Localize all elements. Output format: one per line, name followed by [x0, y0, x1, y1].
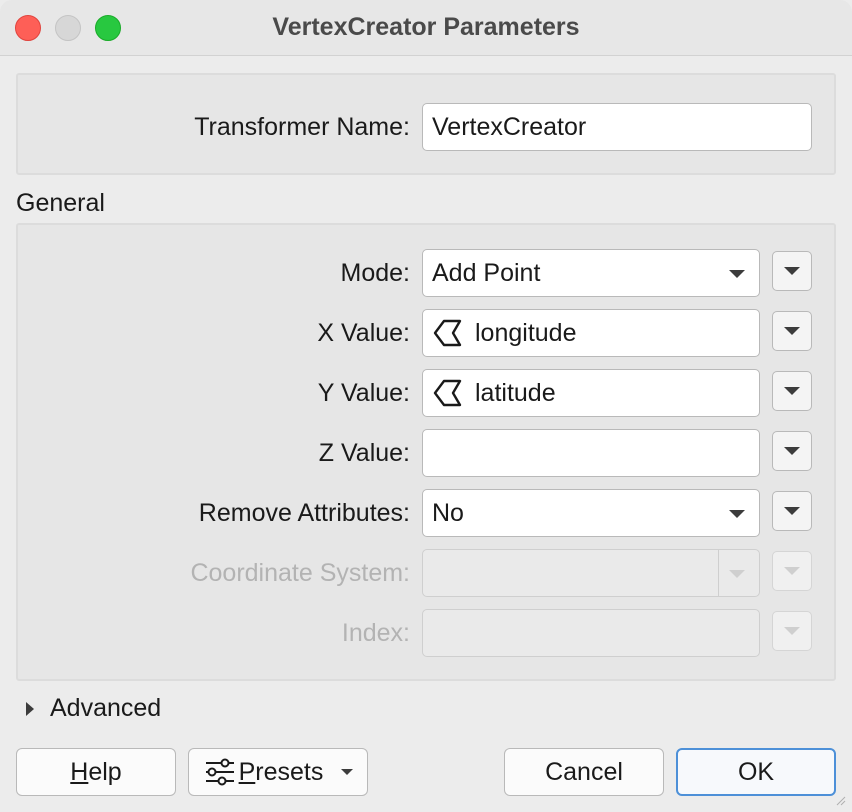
mode-dropdown[interactable]: Add Point [422, 249, 760, 297]
mode-label: Mode: [340, 259, 410, 287]
advanced-section-toggle[interactable]: Advanced [26, 694, 161, 723]
coordinate-system-options-button [772, 551, 812, 591]
help-button[interactable]: Help [16, 748, 176, 796]
y-value-options-button[interactable] [772, 371, 812, 411]
help-button-label: Help [70, 757, 122, 786]
ok-button-label: OK [737, 757, 775, 786]
dropdown-divider [718, 550, 719, 596]
y-value-label: Y Value: [317, 379, 410, 407]
z-value-label: Z Value: [318, 439, 410, 467]
cancel-button-label: Cancel [545, 757, 623, 786]
chevron-down-icon [784, 507, 800, 515]
mode-value: Add Point [432, 258, 541, 287]
coordinate-system-dropdown [422, 549, 760, 597]
transformer-name-label: Transformer Name: [194, 113, 410, 141]
z-value-input[interactable] [422, 429, 760, 477]
disclosure-triangle-right-icon [26, 701, 34, 716]
index-input [422, 609, 760, 657]
resize-grip-icon[interactable] [834, 794, 846, 806]
mode-options-button[interactable] [772, 251, 812, 291]
chevron-down-icon [341, 769, 354, 775]
x-value-options-button[interactable] [772, 311, 812, 351]
cancel-button[interactable]: Cancel [504, 748, 664, 796]
transformer-name-input[interactable]: VertexCreator [422, 103, 812, 151]
window-title: VertexCreator Parameters [272, 13, 580, 41]
sliders-icon [205, 758, 234, 786]
x-value-text: longitude [475, 318, 577, 347]
remove-attributes-dropdown[interactable]: No [422, 489, 760, 537]
chevron-down-icon [784, 447, 800, 455]
x-value-label: X Value: [317, 319, 410, 347]
chevron-down-icon [784, 567, 800, 575]
attribute-tag-icon [433, 379, 462, 407]
coordinate-system-label: Coordinate System: [190, 559, 410, 587]
parameters-dialog: VertexCreator Parameters Transformer Nam… [0, 0, 852, 812]
x-value-input[interactable]: longitude [422, 309, 760, 357]
remove-attributes-label: Remove Attributes: [198, 499, 410, 527]
index-label: Index: [341, 619, 410, 647]
chevron-down-icon [729, 270, 745, 278]
transformer-name-value: VertexCreator [432, 112, 587, 141]
attribute-tag-icon [433, 319, 462, 347]
chevron-down-icon [784, 387, 800, 395]
chevron-down-icon [729, 510, 745, 518]
remove-attributes-options-button[interactable] [772, 491, 812, 531]
general-section-title: General [16, 189, 105, 217]
title-bar[interactable]: VertexCreator Parameters [0, 0, 852, 56]
chevron-down-icon [784, 267, 800, 275]
z-value-options-button[interactable] [772, 431, 812, 471]
chevron-down-icon [784, 327, 800, 335]
remove-attributes-value: No [432, 498, 464, 527]
ok-button[interactable]: OK [676, 748, 836, 796]
presets-button[interactable]: Presets [188, 748, 368, 796]
chevron-down-icon [784, 627, 800, 635]
advanced-label: Advanced [50, 694, 162, 722]
presets-button-label: Presets [238, 757, 324, 786]
chevron-down-icon [729, 570, 745, 578]
y-value-text: latitude [475, 378, 556, 407]
index-options-button [772, 611, 812, 651]
y-value-input[interactable]: latitude [422, 369, 760, 417]
